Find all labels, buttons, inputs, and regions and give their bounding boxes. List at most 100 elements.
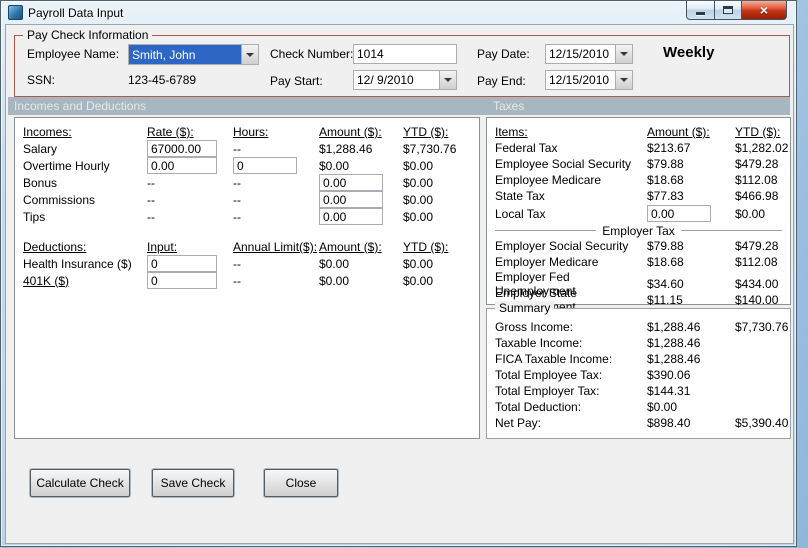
close-check-button[interactable]: Close [264, 469, 338, 497]
income-ytd: $0.00 [403, 192, 434, 207]
pay-date-dropdown-icon[interactable] [615, 45, 632, 63]
chevron-down-icon [620, 52, 628, 56]
maximize-icon [723, 6, 733, 14]
separator-line [495, 230, 597, 231]
summary-label: Total Employee Tax: [495, 368, 603, 382]
summary-group-title: Summary [495, 301, 555, 315]
income-label: Bonus [23, 175, 58, 190]
summary-amount: $144.31 [647, 384, 691, 398]
employee-name-dropdown-icon[interactable] [241, 45, 258, 64]
pay-start-dropdown-icon[interactable] [439, 71, 456, 89]
income-row-bonus: Bonus -- -- $0.00 [23, 174, 471, 191]
overtime-rate-input[interactable] [147, 157, 217, 174]
tax-amount: $213.67 [647, 141, 691, 155]
tax-label: Employee Social Security [495, 157, 632, 171]
paycheck-group-title: Pay Check Information [23, 28, 153, 42]
tax-label: Local Tax [495, 206, 546, 221]
income-label: Tips [23, 209, 46, 224]
tax-label: State Tax [495, 189, 545, 203]
app-icon [8, 5, 23, 20]
tax-ytd: $434.00 [735, 277, 779, 291]
calculate-check-button[interactable]: Calculate Check [30, 469, 130, 497]
save-check-button[interactable]: Save Check [152, 469, 234, 497]
income-row-overtime: Overtime Hourly $0.00 $0.00 [23, 157, 471, 174]
tax-ytd: $466.98 [735, 189, 779, 203]
salary-rate-input[interactable] [147, 140, 217, 157]
summary-label: Taxable Income: [495, 336, 583, 350]
payroll-window: Payroll Data Input × Pay Check Informati… [0, 0, 797, 547]
local-tax-input[interactable] [647, 205, 711, 222]
employer-tax-title: Employer Tax [602, 223, 675, 238]
titlebar[interactable]: Payroll Data Input × [1, 1, 796, 24]
client-area: Pay Check Information Employee Name: Smi… [5, 24, 794, 544]
pay-start-picker[interactable]: 12/ 9/2010 [353, 70, 457, 90]
summary-amount: $898.40 [647, 416, 691, 430]
tax-row-emp-social-security: Employee Social Security $79.88 $479.28 [495, 156, 782, 172]
tips-amount-input[interactable] [319, 208, 383, 225]
minimize-button[interactable] [686, 1, 715, 20]
pay-end-picker[interactable]: 12/15/2010 [545, 70, 633, 90]
deduction-amount: $0.00 [319, 256, 350, 271]
tax-ytd: $112.08 [735, 255, 778, 269]
deduction-row-health-insurance: Health Insurance ($) -- $0.00 $0.00 [23, 255, 471, 272]
income-amount: $1,288.46 [319, 141, 373, 156]
employee-name-label: Employee Name: [27, 47, 120, 61]
income-hours: -- [233, 192, 241, 207]
taxes-panel: Items: Amount ($): YTD ($): Federal Tax … [486, 117, 791, 314]
health-insurance-input[interactable] [147, 255, 217, 272]
tax-amount: $18.68 [647, 255, 684, 269]
summary-row-gross: Gross Income: $1,288.46 $7,730.76 [495, 319, 788, 335]
deduction-amount: $0.00 [319, 273, 350, 288]
summary-amount: $0.00 [647, 400, 678, 414]
taxes-col-ytd: YTD ($): [735, 125, 781, 139]
401k-input[interactable] [147, 272, 217, 289]
income-ytd: $7,730.76 [403, 141, 457, 156]
tax-label: Employee Medicare [495, 173, 602, 187]
pay-date-picker[interactable]: 12/15/2010 [545, 44, 633, 64]
overtime-hours-input[interactable] [233, 157, 297, 174]
employee-name-value: Smith, John [129, 45, 241, 64]
tax-row-federal: Federal Tax $213.67 $1,282.02 [495, 140, 788, 156]
tax-row-local: Local Tax $0.00 [495, 204, 782, 223]
income-hours: -- [233, 141, 241, 156]
income-rate: -- [147, 192, 155, 207]
income-amount: $0.00 [319, 158, 350, 173]
employer-tax-separator: Employer Tax [495, 223, 783, 238]
deductions-col-ytd: YTD ($): [403, 240, 449, 254]
summary-ytd: $7,730.76 [735, 320, 789, 334]
chevron-down-icon [444, 78, 452, 82]
tax-ytd: $479.28 [735, 239, 779, 253]
incomes-section-header: Incomes and Deductions [14, 99, 147, 113]
tax-amount: $11.15 [647, 293, 683, 307]
deductions-header-row: Deductions: Input: Annual Limit($): Amou… [23, 239, 471, 255]
employee-name-combobox[interactable]: Smith, John [128, 44, 259, 65]
tax-ytd: $1,282.02 [735, 141, 789, 155]
summary-amount: $1,288.46 [647, 320, 701, 334]
income-ytd: $0.00 [403, 175, 434, 190]
summary-label: Total Deduction: [495, 400, 582, 414]
commissions-amount-input[interactable] [319, 191, 383, 208]
incomes-col-amount: Amount ($): [319, 125, 382, 139]
deduction-label: Health Insurance ($) [23, 256, 132, 271]
summary-amount: $1,288.46 [647, 352, 701, 366]
tax-row-employer-medicare: Employer Medicare $18.68 $112.08 [495, 254, 782, 270]
tax-row-employer-fed-unemployment: Employer Fed Unemployment $34.60 $434.00 [495, 270, 782, 298]
summary-amount: $390.06 [647, 368, 691, 382]
pay-end-dropdown-icon[interactable] [615, 71, 632, 89]
tax-ytd: $112.08 [735, 173, 778, 187]
income-rate: -- [147, 209, 155, 224]
pay-end-label: Pay End: [477, 74, 526, 88]
income-rate: -- [147, 175, 155, 190]
separator-line [680, 230, 783, 231]
deductions-col-input: Input: [147, 240, 178, 254]
income-label: Salary [23, 141, 58, 156]
income-ytd: $0.00 [403, 158, 434, 173]
close-button[interactable]: × [742, 1, 787, 20]
check-number-input[interactable] [353, 44, 457, 64]
maximize-button[interactable] [715, 1, 742, 20]
bonus-amount-input[interactable] [319, 174, 383, 191]
incomes-deductions-panel: Incomes: Rate ($): Hours: Amount ($): YT… [14, 117, 480, 439]
summary-label: Net Pay: [495, 416, 542, 430]
deduction-label-401k: 401K ($) [23, 273, 70, 288]
